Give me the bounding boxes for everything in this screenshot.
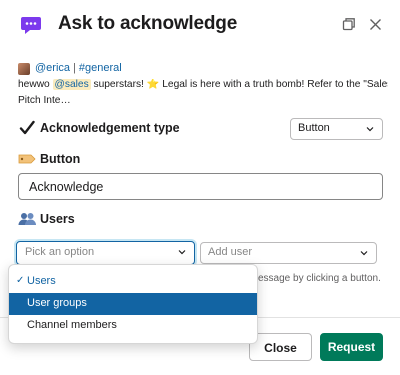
menu-item-label: Channel members (27, 319, 117, 331)
user-avatar (18, 63, 30, 75)
user-type-dropdown-menu: ✓ Users User groups Channel members (8, 264, 258, 344)
chevron-down-icon (366, 124, 374, 132)
users-icon (18, 210, 36, 228)
menu-item-channel-members[interactable]: Channel members (9, 315, 257, 337)
context-message: hewwo @sales superstars! ⭐ Legal is here… (18, 79, 388, 90)
app-speech-bubble-icon (19, 13, 43, 37)
ack-type-value: Button (298, 122, 330, 134)
menu-item-label: Users (27, 275, 56, 287)
ack-type-label: Acknowledgement type (40, 121, 180, 135)
pick-option-placeholder: Pick an option (25, 246, 95, 258)
chevron-down-icon (178, 247, 186, 255)
user-mention[interactable]: @erica (35, 62, 70, 74)
checkmark-icon (18, 119, 36, 137)
checkmark-icon: ✓ (16, 275, 25, 286)
sales-mention[interactable]: @sales (52, 79, 91, 90)
chevron-down-icon (360, 248, 368, 256)
popout-icon[interactable] (340, 15, 358, 33)
menu-item-users[interactable]: ✓ Users (9, 271, 257, 293)
user-type-select[interactable]: Pick an option (16, 241, 195, 265)
menu-item-user-groups[interactable]: User groups (9, 293, 257, 315)
button-label-input[interactable]: Acknowledge (18, 173, 383, 200)
channel-mention[interactable]: #general (79, 62, 122, 74)
close-button[interactable]: Close (249, 333, 312, 361)
context-mentions: @erica | #general (35, 62, 122, 74)
message-rest: superstars! ⭐ Legal is here with a truth… (90, 79, 389, 90)
ack-type-select[interactable]: Button (290, 118, 383, 140)
context-message-continued: Pitch Inte… (18, 95, 71, 106)
button-section-label: Button (40, 152, 81, 166)
menu-item-label: User groups (27, 297, 87, 309)
users-section-label: Users (40, 212, 75, 226)
users-hint: essage by clicking a button. (258, 273, 381, 284)
add-user-placeholder: Add user (208, 246, 253, 258)
message-prefix: hewwo (18, 79, 53, 90)
acknowledge-modal: Ask to acknowledge @erica | #general hewwo… (0, 0, 400, 375)
tag-icon (18, 150, 36, 168)
modal-title: Ask to acknowledge (58, 13, 238, 34)
request-button[interactable]: Request (320, 333, 383, 361)
close-icon[interactable] (366, 15, 384, 33)
add-user-select[interactable]: Add user (200, 242, 377, 264)
